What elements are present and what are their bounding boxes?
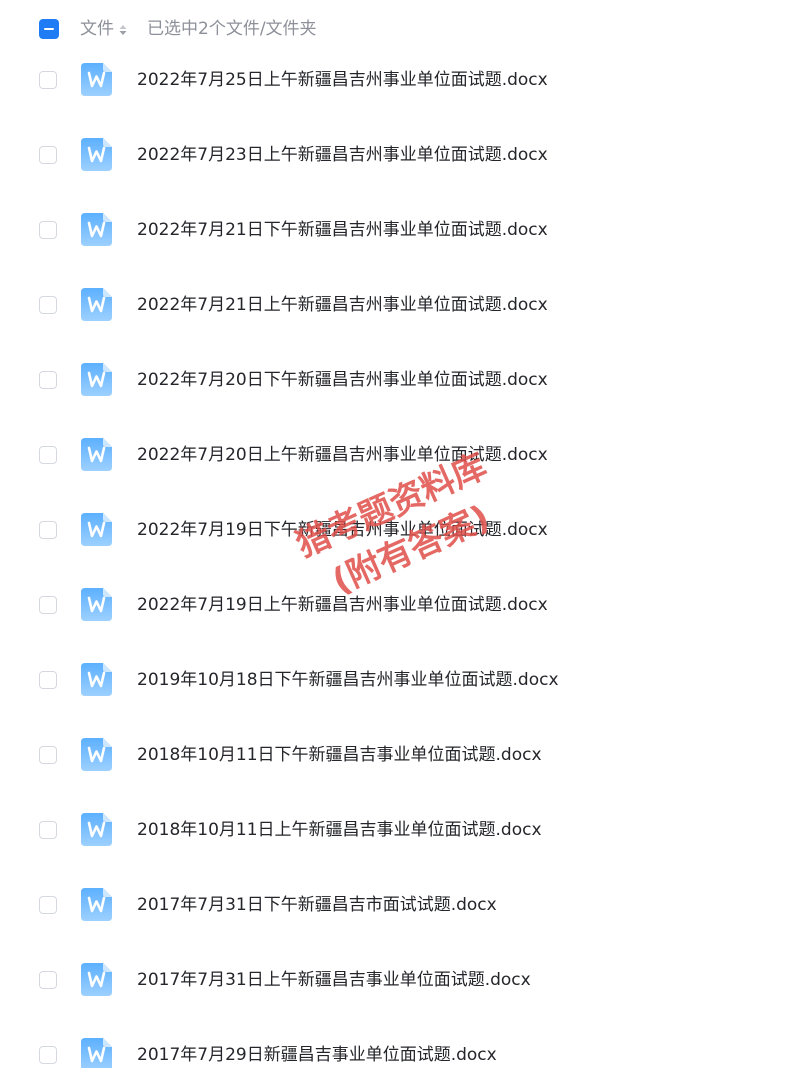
file-name[interactable]: 2022年7月21日下午新疆昌吉州事业单位面试题.docx	[137, 219, 548, 241]
file-row[interactable]: 2017年7月29日新疆昌吉事业单位面试题.docx	[0, 1018, 800, 1068]
word-doc-icon	[81, 1038, 112, 1068]
file-row-checkbox[interactable]	[39, 671, 57, 689]
file-name[interactable]: 2017年7月29日新疆昌吉事业单位面试题.docx	[137, 1044, 497, 1066]
file-name[interactable]: 2022年7月20日上午新疆昌吉州事业单位面试题.docx	[137, 444, 548, 466]
file-row-checkbox[interactable]	[39, 296, 57, 314]
file-name[interactable]: 2017年7月31日上午新疆昌吉事业单位面试题.docx	[137, 969, 531, 991]
word-doc-icon	[81, 663, 112, 696]
file-row-checkbox[interactable]	[39, 146, 57, 164]
file-row[interactable]: 2022年7月19日下午新疆昌吉州事业单位面试题.docx	[0, 493, 800, 568]
word-doc-icon	[81, 213, 112, 246]
sort-icon[interactable]	[118, 24, 128, 36]
word-doc-icon	[81, 138, 112, 171]
select-all-checkbox[interactable]	[39, 19, 59, 39]
file-row[interactable]: 2018年10月11日下午新疆昌吉事业单位面试题.docx	[0, 718, 800, 793]
file-row[interactable]: 2017年7月31日下午新疆昌吉市面试试题.docx	[0, 868, 800, 943]
file-name[interactable]: 2022年7月23日上午新疆昌吉州事业单位面试题.docx	[137, 144, 548, 166]
file-row[interactable]: 2019年10月18日下午新疆昌吉州事业单位面试题.docx	[0, 643, 800, 718]
file-row-checkbox[interactable]	[39, 71, 57, 89]
file-name[interactable]: 2022年7月20日下午新疆昌吉州事业单位面试题.docx	[137, 369, 548, 391]
file-row[interactable]: 2022年7月25日上午新疆昌吉州事业单位面试题.docx	[0, 43, 800, 118]
file-name[interactable]: 2018年10月11日下午新疆昌吉事业单位面试题.docx	[137, 744, 542, 766]
file-name[interactable]: 2018年10月11日上午新疆昌吉事业单位面试题.docx	[137, 819, 542, 841]
file-row[interactable]: 2022年7月23日上午新疆昌吉州事业单位面试题.docx	[0, 118, 800, 193]
file-list-page: 文件 已选中2个文件/文件夹 2022年7月25日上午新疆昌吉州事业单位面试题.…	[0, 0, 800, 1068]
word-doc-icon	[81, 288, 112, 321]
file-row[interactable]: 2022年7月21日上午新疆昌吉州事业单位面试题.docx	[0, 268, 800, 343]
file-row-checkbox[interactable]	[39, 596, 57, 614]
file-name[interactable]: 2022年7月21日上午新疆昌吉州事业单位面试题.docx	[137, 294, 548, 316]
file-row-checkbox[interactable]	[39, 371, 57, 389]
file-name[interactable]: 2019年10月18日下午新疆昌吉州事业单位面试题.docx	[137, 669, 559, 691]
file-name[interactable]: 2022年7月25日上午新疆昌吉州事业单位面试题.docx	[137, 69, 548, 91]
file-row-checkbox[interactable]	[39, 521, 57, 539]
file-row-checkbox[interactable]	[39, 221, 57, 239]
file-row[interactable]: 2022年7月20日上午新疆昌吉州事业单位面试题.docx	[0, 418, 800, 493]
word-doc-icon	[81, 588, 112, 621]
word-doc-icon	[81, 438, 112, 471]
file-row[interactable]: 2022年7月20日下午新疆昌吉州事业单位面试题.docx	[0, 343, 800, 418]
word-doc-icon	[81, 813, 112, 846]
word-doc-icon	[81, 738, 112, 771]
selection-status: 已选中2个文件/文件夹	[147, 19, 317, 39]
column-header-file[interactable]: 文件	[80, 18, 114, 40]
file-row-checkbox[interactable]	[39, 746, 57, 764]
file-row-checkbox[interactable]	[39, 821, 57, 839]
file-row-checkbox[interactable]	[39, 971, 57, 989]
file-row[interactable]: 2022年7月21日下午新疆昌吉州事业单位面试题.docx	[0, 193, 800, 268]
file-row-checkbox[interactable]	[39, 1046, 57, 1064]
word-doc-icon	[81, 513, 112, 546]
word-doc-icon	[81, 888, 112, 921]
file-row[interactable]: 2018年10月11日上午新疆昌吉事业单位面试题.docx	[0, 793, 800, 868]
file-name[interactable]: 2017年7月31日下午新疆昌吉市面试试题.docx	[137, 894, 497, 916]
file-name[interactable]: 2022年7月19日下午新疆昌吉州事业单位面试题.docx	[137, 519, 548, 541]
file-row[interactable]: 2022年7月19日上午新疆昌吉州事业单位面试题.docx	[0, 568, 800, 643]
file-row-checkbox[interactable]	[39, 896, 57, 914]
word-doc-icon	[81, 363, 112, 396]
file-row[interactable]: 2017年7月31日上午新疆昌吉事业单位面试题.docx	[0, 943, 800, 1018]
file-name[interactable]: 2022年7月19日上午新疆昌吉州事业单位面试题.docx	[137, 594, 548, 616]
file-row-checkbox[interactable]	[39, 446, 57, 464]
word-doc-icon	[81, 963, 112, 996]
word-doc-icon	[81, 63, 112, 96]
